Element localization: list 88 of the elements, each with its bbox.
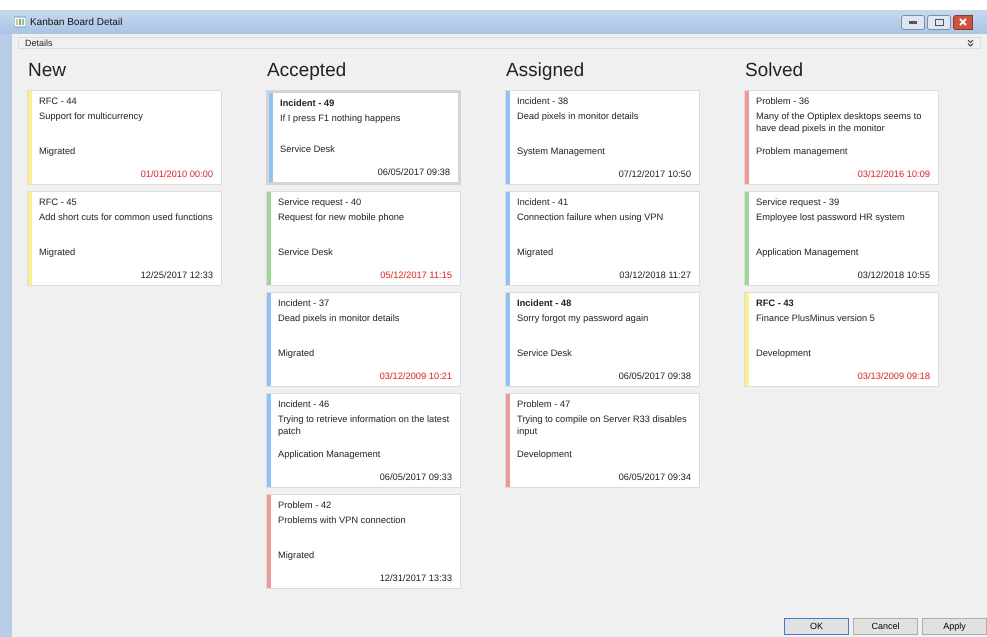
- card-title: RFC - 44: [39, 95, 78, 108]
- card-title: RFC - 45: [39, 196, 78, 208]
- card-group: System Management: [517, 145, 692, 158]
- card-description: Many of the Optiplex desktops seems to have dead pixels in the monitor: [756, 110, 922, 134]
- card-date: 01/01/2010 00:00: [140, 168, 213, 180]
- card-group: Migrated: [278, 549, 453, 562]
- card-date: 03/12/2018 11:27: [619, 268, 691, 281]
- card-title: Service request - 40: [278, 196, 362, 208]
- card-date: 05/12/2017 11:15: [380, 268, 452, 281]
- maximize-icon: [934, 18, 944, 26]
- card-date: 06/05/2017 09:38: [618, 370, 691, 382]
- card-title: Incident - 37: [278, 297, 330, 310]
- card-title: Problem - 42: [278, 499, 332, 512]
- kanban-card[interactable]: Service request - 39 Employee lost password HR system Application Management 03/12/2018 10:55: [744, 191, 939, 286]
- card-description: Request for new mobile phone: [278, 210, 406, 223]
- card-title: RFC - 43: [756, 297, 795, 310]
- card-title: Problem - 36: [756, 95, 810, 108]
- card-group: Migrated: [278, 347, 453, 360]
- kanban-card[interactable]: Problem - 47 Trying to compile on Server R33 disables input Development 06/05/2017 09:34: [505, 393, 700, 488]
- card-title: Service request - 39: [756, 196, 840, 208]
- card-group: Service Desk: [280, 143, 451, 156]
- window-title: Kanban Board Detail: [30, 16, 122, 30]
- card-title: Incident - 48: [517, 297, 572, 310]
- card-title: Incident - 41: [517, 196, 570, 208]
- collapse-chevron-icon: [967, 39, 974, 47]
- kanban-card[interactable]: Incident - 46 Trying to retrieve information on the latest patch Application Management 06/05/2017 09:33: [266, 393, 461, 488]
- kanban-card[interactable]: Service request - 40 Request for new mobile phone Service Desk 05/12/2017 11:15: [266, 191, 461, 286]
- close-icon: [959, 18, 967, 26]
- card-description: Add short cuts for common used functions: [39, 210, 214, 223]
- card-date: 06/05/2017 09:34: [618, 470, 691, 483]
- card-date: 06/05/2017 09:33: [380, 470, 452, 483]
- card-title: Incident - 49: [280, 97, 336, 110]
- card-group: Migrated: [39, 145, 214, 158]
- card-description: Trying to compile on Server R33 disables input: [517, 412, 688, 438]
- card-date: 03/12/2016 10:09: [858, 168, 930, 180]
- card-group: Application Management: [278, 448, 453, 460]
- card-group: Migrated: [517, 246, 692, 258]
- card-description: Sorry forgot my password again: [517, 312, 650, 324]
- dialog-button[interactable]: OK: [784, 618, 849, 635]
- card-description: Support for multicurrency: [39, 110, 144, 122]
- app-icon: [14, 16, 26, 28]
- kanban-card[interactable]: RFC - 43 Finance PlusMinus version 5 Development 03/13/2009 09:18: [744, 292, 939, 387]
- card-description: Connection failure when using VPN: [517, 210, 664, 223]
- card-group: Migrated: [39, 246, 214, 258]
- section-title: Details: [25, 38, 53, 48]
- kanban-card[interactable]: Incident - 41 Connection failure when using VPN Migrated 03/12/2018 11:27: [505, 191, 700, 286]
- minimize-button[interactable]: [901, 14, 925, 30]
- details-header[interactable]: Details: [18, 37, 981, 49]
- card-group: Development: [756, 347, 931, 360]
- card-description: If I press F1 nothing happens: [280, 112, 402, 124]
- column-heading: New: [28, 59, 68, 83]
- card-group: Service Desk: [278, 246, 453, 258]
- card-group: Service Desk: [517, 347, 692, 360]
- card-date: 03/12/2018 10:55: [858, 268, 930, 281]
- kanban-card[interactable]: Incident - 48 Sorry forgot my password again Service Desk 06/05/2017 09:38: [505, 292, 700, 387]
- card-date: 07/12/2017 10:50: [618, 168, 691, 180]
- minimize-icon: [909, 20, 917, 24]
- card-title: Incident - 46: [278, 398, 330, 410]
- kanban-card[interactable]: Incident - 49 If I press F1 nothing happens Service Desk 06/05/2017 09:38: [266, 90, 461, 185]
- card-title: Incident - 38: [517, 95, 570, 108]
- kanban-card[interactable]: RFC - 45 Add short cuts for common used functions Migrated 12/25/2017 12:33: [27, 191, 222, 286]
- card-group: Development: [517, 448, 692, 460]
- column-heading: Assigned: [506, 59, 586, 83]
- kanban-card[interactable]: Problem - 36 Many of the Optiplex desktops seems to have dead pixels in the monitor Problem management 03/12/2016 10:09: [744, 90, 939, 185]
- card-date: 03/12/2009 10:21: [380, 370, 452, 382]
- card-title: Problem - 47: [517, 398, 572, 410]
- card-date: 12/25/2017 12:33: [140, 268, 213, 281]
- kanban-card[interactable]: Incident - 37 Dead pixels in monitor details Migrated 03/12/2009 10:21: [266, 292, 461, 387]
- card-description: Problems with VPN connection: [278, 514, 407, 526]
- maximize-button[interactable]: [927, 14, 951, 30]
- card-group: Application Management: [756, 246, 931, 258]
- card-date: 12/31/2017 13:33: [380, 572, 452, 584]
- card-description: Dead pixels in monitor details: [517, 110, 640, 122]
- close-button[interactable]: [953, 14, 973, 30]
- kanban-card[interactable]: RFC - 44 Support for multicurrency Migrated 01/01/2010 00:00: [27, 90, 222, 185]
- card-description: Dead pixels in monitor details: [278, 312, 400, 324]
- column-heading: Solved: [745, 59, 804, 83]
- card-description: Trying to retrieve information on the latest patch: [278, 412, 450, 438]
- dialog-button[interactable]: Apply: [922, 618, 987, 635]
- card-description: Finance PlusMinus version 5: [756, 312, 876, 324]
- card-description: Employee lost password HR system: [756, 210, 906, 223]
- card-date: 03/13/2009 09:18: [858, 370, 930, 382]
- card-group: Problem management: [756, 145, 931, 158]
- card-date: 06/05/2017 09:38: [378, 166, 450, 178]
- dialog-button[interactable]: Cancel: [853, 618, 918, 635]
- kanban-card[interactable]: Incident - 38 Dead pixels in monitor details System Management 07/12/2017 10:50: [505, 90, 700, 185]
- column-heading: Accepted: [267, 59, 348, 83]
- kanban-card[interactable]: Problem - 42 Problems with VPN connection Migrated 12/31/2017 13:33: [266, 494, 461, 589]
